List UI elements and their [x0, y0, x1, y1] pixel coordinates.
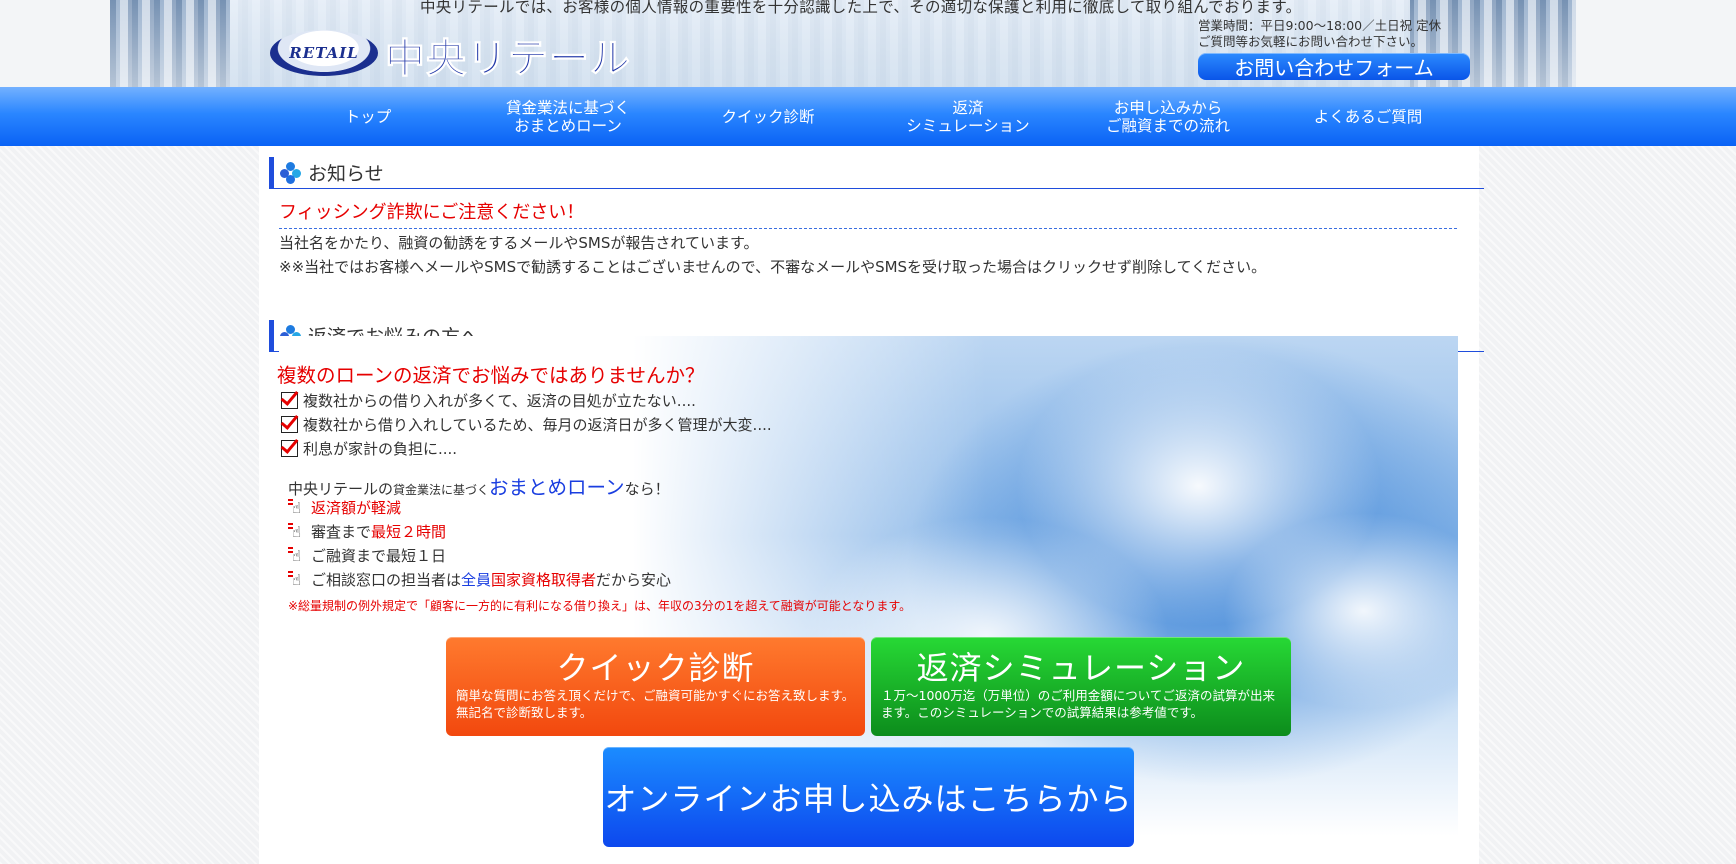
checkmark-icon: [281, 440, 298, 457]
business-hours: 営業時間：平日9:00〜18:00／土日祝 定休 ご質問等お気軽にお問い合わせ下…: [1198, 18, 1441, 50]
check-item-label: 複数社から借り入れしているため、毎月の返済日が多く管理が大変....: [303, 416, 772, 434]
retail-logo-emblem: RETAIL: [270, 30, 378, 76]
check-item: 複数社から借り入れしているため、毎月の返済日が多く管理が大変....: [281, 414, 772, 435]
benefit-text: ご相談窓口の担当者は: [311, 571, 462, 589]
clover-icon: [280, 161, 302, 184]
regulation-note: ※総量規制の例外規定で「顧客に一方的に有利になる借り換え」は、年収の3分の1を超…: [288, 599, 912, 613]
worries-title: 複数のローンの返済でお悩みではありませんか？: [277, 364, 705, 387]
nav-item-faq[interactable]: よくあるご質問: [1268, 87, 1468, 146]
benefit-point: ご融資まで最短１日: [288, 545, 446, 566]
pitch-small: 貸金業法に基づく: [393, 483, 490, 497]
consolidation-pitch: 中央リテールの貸金業法に基づくおまとめローンなら！: [288, 471, 670, 500]
notice-section-heading: お知らせ: [269, 157, 1484, 189]
benefit-highlight-all: 全員: [461, 571, 492, 589]
nav-item-quick-diagnosis[interactable]: クイック診断: [668, 87, 868, 146]
logo-badge-text: RETAIL: [289, 44, 359, 62]
main-content: お知らせ フィッシング詐欺にご注意ください！ 当社名をかたり、融資の勧誘をするメ…: [259, 146, 1484, 864]
site-logo[interactable]: RETAIL 中央リテール: [270, 26, 650, 83]
checkmark-icon: [281, 392, 298, 409]
notice-line-2: ※※当社ではお客様へメールやSMSで勧誘することはございませんので、不審なメール…: [279, 258, 1267, 276]
check-item: 利息が家計の負担に....: [281, 438, 457, 459]
benefit-text: ご融資まで最短１日: [311, 547, 447, 565]
benefit-text-tail: だから安心: [596, 571, 672, 589]
pitch-suffix: なら！: [624, 480, 670, 498]
main-nav: トップ 貸金業法に基づく おまとめローン クイック診断 返済 シミュレーション …: [0, 87, 1736, 146]
phishing-warning-title: フィッシング詐欺にご注意ください！: [279, 202, 585, 223]
checkmark-icon: [281, 416, 298, 433]
quick-diagnosis-desc: 簡単な質問にお答え頂くだけで、ご融資可能かすぐにお答え致します。無記名で診断致し…: [456, 688, 855, 720]
nav-item-top[interactable]: トップ: [268, 87, 468, 146]
check-item-label: 利息が家計の負担に....: [303, 440, 458, 458]
benefit-point: ご相談窓口の担当者は全員国家資格取得者だから安心: [288, 569, 671, 590]
repayment-simulation-title: 返済シミュレーション: [916, 649, 1246, 687]
repayment-simulation-button[interactable]: 返済シミュレーション １万〜1000万迄（万単位）のご利用金額についてご返済の試…: [871, 637, 1291, 736]
notice-line-1: 当社名をかたり、融資の勧誘をするメールやSMSが報告されています。: [279, 234, 759, 252]
pitch-highlight: おまとめローン: [489, 476, 625, 499]
pointing-hand-icon: [288, 498, 308, 518]
quick-diagnosis-title: クイック診断: [556, 649, 755, 687]
benefit-point: 審査まで最短２時間: [288, 521, 446, 542]
pitch-prefix: 中央リテールの: [288, 480, 394, 498]
nav-item-application-flow[interactable]: お申し込みから ご融資までの流れ: [1068, 87, 1268, 146]
hours-line-2: ご質問等お気軽にお問い合わせ下さい。: [1198, 34, 1424, 49]
nav-item-consolidation-loan[interactable]: 貸金業法に基づく おまとめローン: [468, 87, 668, 146]
check-item-label: 複数社からの借り入れが多くて、返済の目処が立たない....: [303, 392, 696, 410]
logo-text: 中央リテール: [385, 36, 631, 83]
header-tagline: 中央リテールでは、お客様の個人情報の重要性を十分認識した上で、その適切な保護と利…: [420, 0, 1302, 16]
pointing-hand-icon: [288, 546, 308, 566]
dashed-divider: [279, 228, 1457, 229]
hours-line-1: 営業時間：平日9:00〜18:00／土日祝 定休: [1198, 18, 1442, 33]
nav-item-repayment-simulation[interactable]: 返済 シミュレーション: [868, 87, 1068, 146]
quick-diagnosis-button[interactable]: クイック診断 簡単な質問にお答え頂くだけで、ご融資可能かすぐにお答え致します。無…: [446, 637, 865, 736]
repayment-simulation-desc: １万〜1000万迄（万単位）のご利用金額についてご返済の試算が出来ます。このシミ…: [881, 688, 1275, 720]
benefit-point: 返済額が軽減: [288, 497, 401, 518]
pointing-hand-icon: [288, 522, 308, 542]
benefit-text: 審査まで: [311, 523, 372, 541]
contact-form-button[interactable]: お問い合わせフォーム: [1198, 53, 1470, 80]
online-application-button[interactable]: オンラインお申し込みはこちらから: [603, 747, 1134, 847]
site-header: 中央リテールでは、お客様の個人情報の重要性を十分認識した上で、その適切な保護と利…: [0, 0, 1736, 88]
notice-heading-text: お知らせ: [308, 163, 384, 185]
pointing-hand-icon: [288, 570, 308, 590]
benefit-text: 返済額が軽減: [311, 499, 402, 517]
benefit-highlight-license: 国家資格取得者: [491, 571, 597, 589]
check-item: 複数社からの借り入れが多くて、返済の目処が立たない....: [281, 390, 696, 411]
benefit-highlight: 最短２時間: [371, 523, 447, 541]
